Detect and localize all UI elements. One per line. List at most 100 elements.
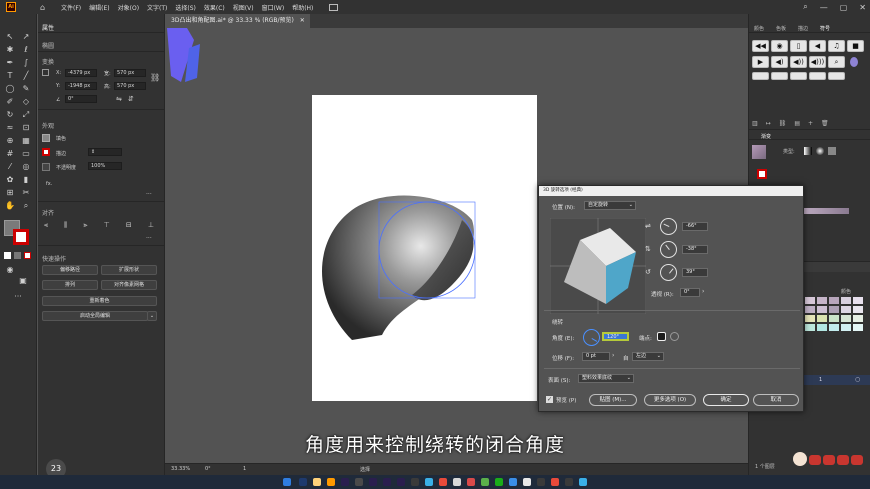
audition-icon[interactable] [397,478,405,486]
page-number[interactable]: 1 [243,466,246,472]
gradient-preview[interactable] [752,145,766,159]
symbol-blank-5[interactable] [828,72,845,80]
more-tools-icon[interactable]: ··· [13,292,23,302]
surface-select[interactable]: 塑料效果底纹 ⌄ [578,374,634,383]
workspace-icon[interactable] [329,3,339,11]
swatch[interactable] [829,297,839,304]
hand-tool-icon[interactable]: ✋ [5,201,15,211]
rotate-z-field[interactable]: 39° [682,268,708,277]
cap-off-icon[interactable] [670,332,679,341]
app-icon[interactable] [579,478,587,486]
symbol-note-icon[interactable]: ♫ [828,40,845,52]
line-tool-icon[interactable]: ╱ [21,71,31,81]
rotate-x-dial[interactable] [660,218,677,235]
stroke-swatch[interactable] [42,148,50,156]
linear-gradient-icon[interactable] [804,147,812,155]
cancel-button[interactable]: 取消 [753,394,799,406]
perspective-grid-tool-icon[interactable]: ▦ [21,136,31,146]
scale-tool-icon[interactable]: ⤢ [21,110,31,120]
rotate-y-dial[interactable] [660,241,677,258]
align-more-icon[interactable]: ··· [146,235,152,242]
x-field[interactable]: -4379 px [65,69,97,77]
symbol-rewind-icon[interactable]: ◀◀ [752,40,769,52]
swatch[interactable] [817,324,827,331]
gradient-mode-icon[interactable] [14,252,21,259]
warp-tool-icon[interactable]: ≈ [5,123,15,133]
more-options-icon[interactable]: ··· [146,191,152,198]
opacity-field[interactable]: 100% [88,162,122,170]
height-field[interactable]: 570 px [114,82,146,90]
properties-tab[interactable]: 属性 [42,23,54,32]
freeform-gradient-icon[interactable] [828,147,836,155]
flip-horizontal-icon[interactable]: ⇋ [116,95,122,103]
rotation-angle[interactable]: 0° [205,466,211,472]
app-icon[interactable] [537,478,545,486]
after-effects-icon[interactable] [341,478,349,486]
tab-color[interactable]: 颜色 [754,25,764,32]
swatch[interactable] [841,324,851,331]
rotation-cube-preview[interactable] [550,218,646,314]
swatch[interactable] [853,306,863,313]
column-graph-tool-icon[interactable]: ▮ [21,175,31,185]
layer-row[interactable]: 1 ○ [799,375,870,385]
swatch[interactable] [805,324,815,331]
symbol-volume-low-icon[interactable]: ◀ [809,40,826,52]
blend-tool-icon[interactable]: ◎ [21,162,31,172]
symbol-library-icon[interactable]: ▥ [752,120,758,128]
width-field[interactable]: 570 px [114,69,146,77]
swatch[interactable] [841,306,851,313]
angle-field[interactable]: 0° [65,95,97,103]
zoom-tool-icon[interactable]: ⌕ [21,201,31,211]
slice-tool-icon[interactable]: ✂ [21,188,31,198]
revolved-3d-object[interactable] [312,190,492,350]
tab-stroke[interactable]: 描边 [798,25,808,32]
draw-normal-icon[interactable]: ◉ [5,265,15,275]
symbol-play-icon[interactable]: ▶ [752,56,769,68]
symbol-blank-1[interactable] [752,72,769,80]
constrain-proportions-icon[interactable]: ⛓ [150,73,160,82]
menu-view[interactable]: 视图(V) [233,3,254,12]
align-center-v-icon[interactable]: ⊟ [126,221,132,229]
swatch[interactable] [805,306,815,313]
gradient-stroke-swatch[interactable] [757,169,767,179]
gradient-tool-icon[interactable]: ▭ [21,149,31,159]
tab-swatches[interactable]: 色板 [776,25,786,32]
start-icon[interactable] [283,478,291,486]
swatch[interactable] [817,297,827,304]
arrange-button[interactable]: 排列 [42,280,98,290]
new-symbol-icon[interactable]: + [808,120,813,128]
symbol-blank-3[interactable] [790,72,807,80]
swatch[interactable] [805,297,815,304]
offset-field[interactable]: 0 pt [582,352,610,361]
break-link-icon[interactable]: ⛓ [779,120,787,128]
app-icon[interactable] [411,478,419,486]
screen-mode-icon[interactable]: ▣ [18,276,28,286]
selection-tool-icon[interactable]: ↖ [5,32,15,42]
map-art-button[interactable]: 贴图 (M)... [589,394,637,406]
from-select[interactable]: 左边 ⌄ [632,352,664,361]
swatch[interactable] [853,324,863,331]
app-icon[interactable] [453,478,461,486]
symbol-sprayer-tool-icon[interactable]: ✿ [5,175,15,185]
radial-gradient-icon[interactable] [816,147,824,155]
flip-vertical-icon[interactable]: ⇵ [128,95,134,103]
fx-button[interactable]: fx. [46,181,52,187]
swatch[interactable] [829,306,839,313]
photoshop-icon[interactable] [299,478,307,486]
rotate-z-dial[interactable] [660,264,677,281]
free-transform-tool-icon[interactable]: ⊡ [21,123,31,133]
symbol-blank-2[interactable] [771,72,788,80]
color-mode-icon[interactable] [4,252,11,259]
ellipse-tool-icon[interactable]: ◯ [5,84,15,94]
stroke-weight-field[interactable]: ⇕ [88,148,122,156]
revolve-angle-dial[interactable] [583,329,600,346]
align-right-icon[interactable]: ⫸ [83,221,87,229]
shape-builder-tool-icon[interactable]: ⊕ [5,136,15,146]
align-bottom-icon[interactable]: ⊥ [148,221,154,229]
position-select[interactable]: 自定旋转 ⌄ [584,201,636,210]
swatch[interactable] [817,306,827,313]
zoom-level[interactable]: 33.33% [171,466,190,472]
wechat-icon[interactable] [495,478,503,486]
align-top-icon[interactable]: ⊤ [104,221,110,229]
rotate-tool-icon[interactable]: ↻ [5,110,15,120]
